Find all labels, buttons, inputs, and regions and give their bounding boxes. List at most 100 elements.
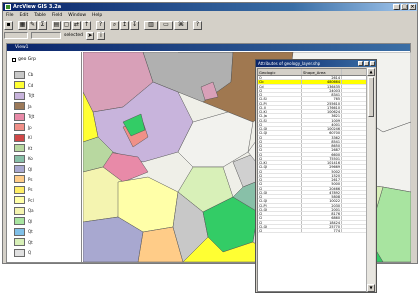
cell-extra bbox=[342, 187, 366, 190]
legend-swatch[interactable] bbox=[14, 196, 25, 205]
table-row[interactable]: Cl 774 bbox=[258, 229, 366, 234]
legend-item[interactable]: Cd bbox=[14, 80, 79, 90]
legend-swatch[interactable] bbox=[14, 175, 25, 184]
cell-shape-area: 29669 bbox=[302, 165, 342, 169]
cell-extra bbox=[342, 153, 366, 156]
select-all-icon[interactable]: ▤ bbox=[52, 20, 61, 30]
cell-geologic: Cl-Ql bbox=[258, 127, 302, 131]
tool-bar: selected ➤ i bbox=[4, 31, 416, 40]
legend-item[interactable]: Ql bbox=[14, 217, 79, 226]
legend-item[interactable]: Qt bbox=[14, 238, 79, 247]
summarize-icon[interactable]: Σ bbox=[38, 20, 47, 30]
scroll-up-arrow-icon[interactable]: ▲ bbox=[367, 68, 375, 76]
legend-item[interactable]: Ja bbox=[14, 101, 79, 111]
legend-label: Jp bbox=[28, 124, 32, 130]
legend-label: Q bbox=[28, 250, 32, 256]
legend-swatch[interactable] bbox=[14, 206, 25, 215]
legend-swatch[interactable] bbox=[14, 112, 25, 121]
legend-swatch[interactable] bbox=[14, 238, 25, 247]
layout-icon[interactable]: ▭ bbox=[159, 20, 173, 30]
maximize-button[interactable]: □ bbox=[401, 4, 408, 10]
help-icon[interactable]: ? bbox=[193, 20, 202, 30]
legend-swatch[interactable] bbox=[14, 144, 25, 153]
sort-ascending-icon[interactable]: ↥ bbox=[120, 20, 129, 30]
edit-icon[interactable]: ✎ bbox=[28, 20, 37, 30]
legend-item[interactable]: Jp bbox=[14, 122, 79, 132]
cell-shape-area: 2687 bbox=[302, 148, 342, 152]
legend-swatch[interactable] bbox=[14, 165, 25, 173]
query-icon[interactable]: ? bbox=[96, 20, 105, 30]
menu-table[interactable]: Table bbox=[34, 12, 46, 19]
legend-item[interactable]: Ps bbox=[14, 175, 79, 184]
legend-item[interactable]: TrJt bbox=[14, 112, 79, 121]
table-titlebar[interactable]: Attributes of geology_layer.shp bbox=[256, 60, 376, 67]
legend-swatch[interactable] bbox=[14, 102, 25, 111]
layer-header[interactable]: geo Grp bbox=[12, 57, 36, 62]
menu-edit[interactable]: Edit bbox=[20, 12, 29, 19]
cell-geologic: Cl bbox=[258, 122, 302, 126]
cell-shape-area: 75501 bbox=[302, 156, 342, 160]
menu-help[interactable]: Help bbox=[92, 12, 102, 19]
table-minimize-button[interactable] bbox=[358, 61, 363, 66]
legend-swatch[interactable] bbox=[14, 248, 25, 257]
cell-shape-area: 176610 bbox=[302, 105, 342, 109]
legend-item[interactable]: Qa bbox=[14, 206, 79, 215]
cell-geologic: Cl bbox=[258, 220, 302, 224]
legend-swatch[interactable] bbox=[14, 133, 25, 142]
menu-window[interactable]: Window bbox=[68, 12, 86, 19]
sort-descending-icon[interactable]: ↧ bbox=[130, 20, 139, 30]
table-vertical-scrollbar[interactable]: ▲ ▼ bbox=[366, 68, 375, 292]
legend-item[interactable]: Ql bbox=[14, 164, 79, 173]
chart-icon[interactable]: ▥ bbox=[144, 20, 158, 30]
cell-geologic: Cl bbox=[258, 88, 302, 92]
table-maximize-button[interactable] bbox=[364, 61, 369, 66]
menu-file[interactable]: File bbox=[6, 12, 14, 19]
view1-titlebar[interactable]: View1 bbox=[7, 44, 410, 51]
legend-swatch[interactable] bbox=[14, 123, 25, 132]
legend-item[interactable]: Pcl bbox=[14, 196, 79, 205]
cell-extra bbox=[342, 161, 366, 164]
legend-swatch[interactable] bbox=[14, 70, 25, 79]
legend-swatch[interactable] bbox=[14, 154, 25, 163]
legend-swatch[interactable] bbox=[14, 217, 25, 226]
legend-item[interactable]: TrJt bbox=[14, 91, 79, 100]
cell-geologic: Cl bbox=[258, 169, 302, 173]
pointer-tool-icon[interactable]: ➤ bbox=[86, 31, 94, 40]
legend-label: Cb bbox=[28, 72, 34, 78]
column-header-shape-area[interactable]: Shape_Area bbox=[302, 69, 342, 75]
legend-swatch[interactable] bbox=[14, 185, 25, 194]
menu-field[interactable]: Field bbox=[52, 12, 62, 19]
cell-geologic: Cl bbox=[258, 156, 302, 160]
scroll-thumb[interactable] bbox=[368, 77, 374, 117]
legend-item[interactable]: Ko bbox=[14, 154, 79, 163]
legend-swatch[interactable] bbox=[14, 91, 25, 100]
column-header-geologic[interactable]: Geologic bbox=[258, 69, 302, 75]
find-icon[interactable]: ⌕ bbox=[110, 20, 119, 30]
save-icon[interactable]: ▪ bbox=[4, 20, 13, 30]
app-titlebar[interactable]: ArcView GIS 3.2a _ □ × bbox=[3, 3, 417, 11]
legend-item[interactable]: Ps bbox=[14, 185, 79, 194]
cell-geologic: Cl bbox=[258, 135, 302, 139]
table-icon[interactable]: ▦ bbox=[18, 20, 27, 30]
legend-item[interactable]: Q bbox=[14, 248, 79, 257]
legend-item[interactable]: Kl bbox=[14, 133, 79, 142]
script-icon[interactable]: ⌘ bbox=[174, 20, 188, 30]
attribute-grid[interactable]: Geologic Shape_Area Q 2614 Cb 480664 Cd 13643… bbox=[257, 68, 367, 292]
cell-shape-area: 774 bbox=[302, 229, 342, 233]
promote-icon[interactable]: ↑ bbox=[82, 20, 91, 30]
legend-item[interactable]: Kt bbox=[14, 143, 79, 153]
legend-item[interactable]: Cb bbox=[14, 70, 79, 79]
layer-visibility-checkbox[interactable] bbox=[12, 57, 16, 62]
switch-selection-icon[interactable]: ⇄ bbox=[72, 20, 81, 30]
column-header-extra[interactable] bbox=[342, 69, 366, 75]
info-tool-icon[interactable]: i bbox=[97, 31, 105, 40]
scroll-down-arrow-icon[interactable]: ▼ bbox=[367, 284, 375, 292]
table-close-button[interactable] bbox=[370, 61, 375, 66]
close-button[interactable]: × bbox=[409, 4, 416, 10]
select-none-icon[interactable]: ▢ bbox=[62, 20, 71, 30]
legend-swatch[interactable] bbox=[14, 81, 25, 90]
minimize-button[interactable]: _ bbox=[393, 4, 400, 10]
legend-item[interactable]: Qt bbox=[14, 227, 79, 236]
legend-swatch[interactable] bbox=[14, 227, 25, 236]
cell-extra bbox=[342, 165, 366, 168]
